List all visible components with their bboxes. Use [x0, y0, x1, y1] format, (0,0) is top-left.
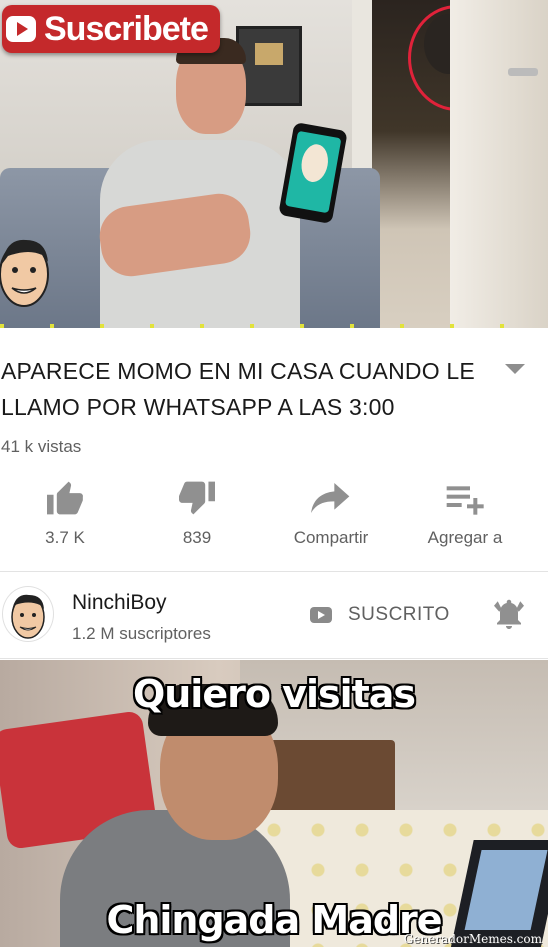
- thumbs-down-icon: [179, 481, 215, 515]
- video-progress-markers[interactable]: [0, 324, 548, 328]
- channel-name[interactable]: NinchiBoy: [72, 591, 167, 615]
- subscribe-overlay-badge: Suscribete: [2, 5, 220, 53]
- subscribed-button[interactable]: SUSCRITO: [310, 604, 450, 626]
- subscribed-label: SUSCRITO: [348, 604, 450, 625]
- cartoon-face-overlay: [0, 239, 49, 307]
- dislike-count: 839: [182, 528, 212, 547]
- video-title: APARECE MOMO EN MI CASA CUANDO LE LLAMO …: [1, 358, 475, 420]
- share-icon: [311, 483, 350, 513]
- share-label: Compartir: [293, 528, 369, 547]
- add-to-playlist-button[interactable]: Agregar a: [400, 478, 530, 548]
- youtube-play-icon: [6, 16, 36, 42]
- video-player[interactable]: Suscribete: [0, 0, 548, 328]
- add-to-playlist-label: Agregar a: [427, 528, 503, 547]
- notification-bell-icon[interactable]: [491, 596, 527, 632]
- subscriber-count: 1.2 M suscriptores: [72, 624, 211, 643]
- add-to-playlist-icon: [446, 486, 484, 515]
- thumbs-up-icon: [47, 481, 83, 515]
- door-handle: [508, 68, 538, 76]
- divider: [0, 658, 548, 659]
- momo-face-on-screen: [298, 142, 331, 185]
- channel-avatar[interactable]: [2, 586, 54, 642]
- open-door: [450, 0, 548, 328]
- youtube-logo-icon: [310, 607, 332, 623]
- meme-top-text: Quiero visitas: [132, 672, 416, 716]
- meme-image: Quiero visitas Chingada Madre GeneradorM…: [0, 660, 548, 947]
- cartoon-avatar-image: [11, 594, 45, 639]
- like-count: 3.7 K: [45, 528, 85, 547]
- share-button[interactable]: Compartir: [266, 478, 396, 548]
- meme-watermark: GeneradorMemes.com: [403, 932, 542, 946]
- phone-screen: [284, 130, 342, 214]
- subscribe-overlay-text: Suscribete: [44, 9, 209, 48]
- view-count: 41 k vistas: [1, 437, 82, 456]
- divider: [0, 571, 548, 572]
- chevron-down-icon[interactable]: [505, 364, 525, 374]
- video-action-bar: 3.7 K 839 Compartir Agregar a: [0, 478, 548, 558]
- like-button[interactable]: 3.7 K: [0, 478, 130, 548]
- dislike-button[interactable]: 839: [132, 478, 262, 548]
